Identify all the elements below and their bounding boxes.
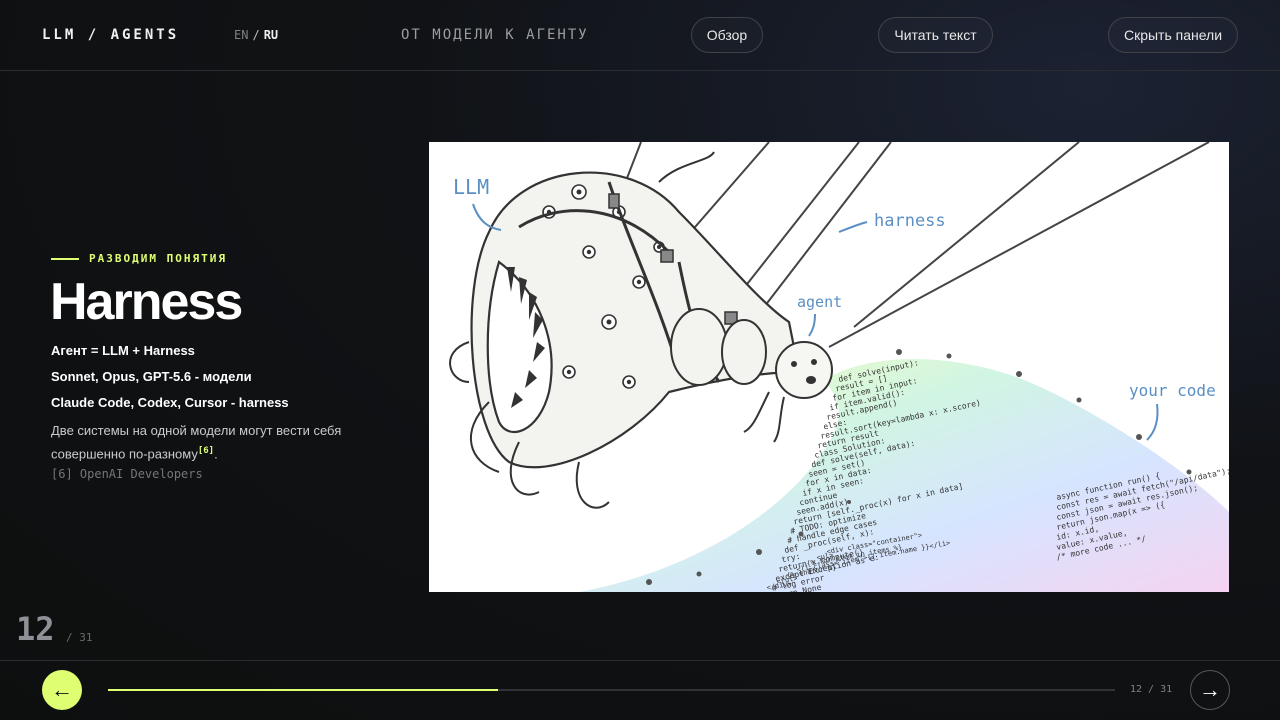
illustration-svg: LLM harness agent your code def solve(in… [449,142,1229,592]
progress-fill [108,689,498,691]
llm-monster [470,171,801,469]
lang-en[interactable]: EN [234,28,248,42]
language-switcher: EN / RU [234,28,278,42]
eyebrow-text: РАЗВОДИМ ПОНЯТИЯ [89,252,227,265]
lang-ru[interactable]: RU [264,28,278,42]
slide-title: Harness [50,273,243,331]
label-llm: LLM [453,175,489,199]
description-text: Две системы на одной модели могут вести … [51,423,342,462]
label-your-code: your code [1129,381,1216,400]
bullet-agent-definition: Агент = LLM + Harness [51,343,195,358]
bullet-harnesses: Claude Code, Codex, Cursor - harness [51,395,289,410]
progress-bar[interactable] [108,689,1115,691]
harness-illustration: LLM harness agent your code def solve(in… [429,142,1229,592]
rein-6 [828,142,1210,348]
progress-label: 12 / 31 [1130,684,1173,695]
slide-eyebrow: РАЗВОДИМ ПОНЯТИЯ [51,252,227,265]
description-end: . [214,446,218,462]
hide-panels-button[interactable]: Скрыть панели [1108,17,1238,53]
next-slide-button[interactable]: → [1190,670,1230,710]
arrow-left-icon: ← [51,677,73,702]
top-bar: LLM / AGENTS EN / RU ОТ МОДЕЛИ К АГЕНТУ Об… [0,0,1280,71]
page-total: / 31 [66,631,93,644]
bullet-models: Sonnet, Opus, GPT-5.6 - модели [51,369,252,384]
arrow-right-icon: → [1199,677,1221,702]
lang-separator: / [252,28,260,42]
rein-5 [853,142,1080,328]
reference-note: [6] OpenAI Developers [51,467,203,481]
prev-slide-button[interactable]: ← [42,670,82,710]
slide-description: Две системы на одной модели могут вести … [51,421,381,464]
label-harness: harness [874,211,946,231]
brand-logo[interactable]: LLM / AGENTS [42,27,179,43]
read-text-button[interactable]: Читать текст [878,17,993,53]
agent-head [775,341,833,399]
section-title: ОТ МОДЕЛИ К АГЕНТУ [401,27,589,43]
page-number: 12 [16,610,55,648]
label-agent: agent [797,293,842,311]
overview-button[interactable]: Обзор [691,17,763,53]
eyebrow-line [51,257,79,260]
footnote-link[interactable]: [6] [198,446,214,456]
